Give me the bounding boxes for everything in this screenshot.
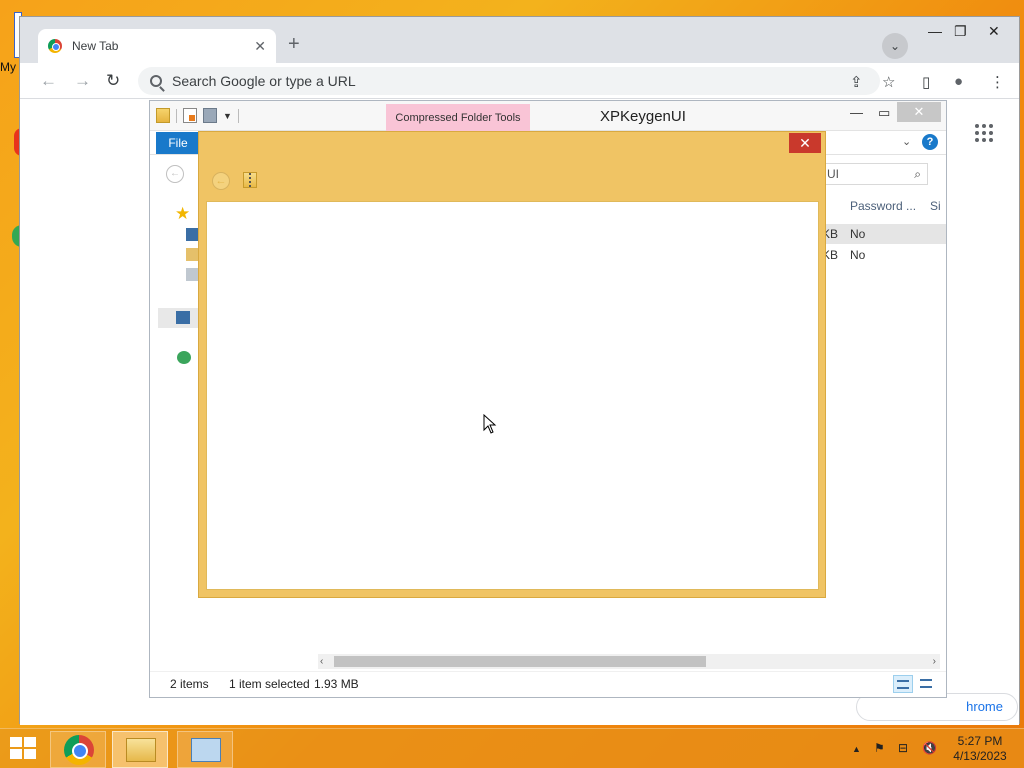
- network-tray-icon[interactable]: ⊟: [898, 741, 908, 755]
- side-panel-icon[interactable]: ▯: [922, 73, 930, 91]
- favorites-star-icon[interactable]: ★: [175, 204, 190, 224]
- separator: [176, 108, 177, 123]
- computer-icon: [176, 311, 190, 324]
- ribbon-expand-icon[interactable]: ⌄: [902, 135, 911, 148]
- column-password[interactable]: Password ...: [850, 199, 916, 213]
- minimize-button[interactable]: —: [928, 23, 942, 39]
- back-button[interactable]: ←: [40, 71, 57, 91]
- column-size[interactable]: Si: [930, 199, 941, 213]
- explorer-maximize-button[interactable]: ▭: [878, 105, 890, 121]
- status-size: 1.93 MB: [314, 677, 359, 691]
- browser-toolbar: ← → ↻ ⇪ ☆ ▯ ● ⋮: [20, 63, 1019, 99]
- explorer-minimize-button[interactable]: —: [850, 105, 863, 120]
- scrollbar-thumb[interactable]: [334, 656, 706, 667]
- system-clock[interactable]: 5:27 PM 4/13/2023: [950, 734, 1010, 764]
- chrome-favicon-icon: [48, 39, 62, 53]
- scroll-left-icon[interactable]: ‹: [320, 654, 323, 669]
- google-apps-icon[interactable]: [975, 124, 993, 142]
- search-icon[interactable]: ⌕: [914, 167, 921, 182]
- dialog-close-button[interactable]: ✕: [789, 133, 821, 153]
- explorer-back-icon[interactable]: ←: [166, 165, 184, 183]
- quick-access-toolbar: ▼: [156, 108, 239, 123]
- file-row[interactable]: KB No: [818, 224, 946, 244]
- horizontal-scrollbar[interactable]: ‹ ›: [318, 654, 940, 669]
- network-app-icon: [191, 738, 221, 762]
- volume-muted-icon[interactable]: 🔇: [922, 741, 937, 755]
- explorer-search-input[interactable]: UI ⌕: [822, 163, 928, 185]
- clock-date: 4/13/2023: [953, 749, 1007, 763]
- file-explorer-icon: [126, 738, 156, 762]
- omnibox[interactable]: [138, 67, 880, 95]
- taskbar-network-app-button[interactable]: [177, 731, 233, 768]
- forward-button[interactable]: →: [74, 71, 91, 91]
- tab-strip: New Tab ✕ + ⌄ — ❐ ✕: [20, 17, 1019, 63]
- chrome-menu-icon[interactable]: ⋮: [990, 73, 1005, 91]
- desktop-icon-label: My: [0, 60, 16, 74]
- scroll-right-icon[interactable]: ›: [933, 654, 936, 669]
- file-row[interactable]: KB No: [818, 245, 946, 265]
- new-folder-icon[interactable]: [203, 108, 217, 123]
- clock-time: 5:27 PM: [957, 734, 1003, 748]
- taskbar: ▲ ⚑ ⊟ 🔇 5:27 PM 4/13/2023: [0, 728, 1024, 768]
- chrome-icon: [64, 735, 94, 765]
- status-item-count: 2 items: [170, 677, 209, 691]
- taskbar-chrome-button[interactable]: [50, 731, 106, 768]
- extract-dialog: ✕ ←: [198, 131, 826, 598]
- file-tab[interactable]: File: [156, 132, 200, 154]
- large-icons-view-button[interactable]: [916, 675, 936, 693]
- status-selection: 1 item selected: [229, 677, 310, 691]
- share-icon[interactable]: ⇪: [850, 73, 863, 91]
- tab-close-icon[interactable]: ✕: [254, 38, 266, 55]
- tab-search-button[interactable]: ⌄: [882, 33, 908, 59]
- action-center-flag-icon[interactable]: ⚑: [874, 741, 885, 755]
- profile-icon[interactable]: ●: [954, 73, 963, 90]
- start-button[interactable]: [10, 737, 38, 761]
- separator: [237, 108, 239, 123]
- dialog-back-icon[interactable]: ←: [212, 172, 230, 190]
- help-icon[interactable]: ?: [922, 134, 938, 150]
- bookmark-star-icon[interactable]: ☆: [882, 73, 895, 91]
- computer-nav-item[interactable]: [158, 308, 200, 328]
- explorer-window-title: XPKeygenUI: [600, 108, 686, 125]
- reload-button[interactable]: ↻: [106, 71, 120, 91]
- dialog-content-area: [206, 201, 819, 590]
- folder-icon[interactable]: [156, 108, 170, 123]
- properties-icon[interactable]: [183, 108, 197, 123]
- close-button[interactable]: ✕: [988, 23, 1000, 40]
- file-list-header: Password ... Si: [818, 193, 946, 217]
- status-bar: 2 items 1 item selected 1.93 MB: [150, 671, 946, 695]
- explorer-close-button[interactable]: ✕: [897, 102, 941, 122]
- new-tab-button[interactable]: +: [288, 33, 300, 56]
- details-view-button[interactable]: [893, 675, 913, 693]
- show-hidden-icons-button[interactable]: ▲: [852, 744, 861, 754]
- search-icon: [150, 75, 162, 87]
- compressed-folder-tools-tab[interactable]: Compressed Folder Tools: [386, 104, 530, 131]
- taskbar-explorer-button[interactable]: [112, 731, 168, 768]
- network-nav-icon[interactable]: [177, 351, 191, 364]
- customize-toolbar-dropdown-icon[interactable]: ▼: [223, 111, 232, 121]
- maximize-button[interactable]: ❐: [954, 23, 967, 40]
- tab-new-tab[interactable]: New Tab ✕: [38, 29, 276, 63]
- address-input[interactable]: [172, 73, 832, 89]
- tab-title: New Tab: [72, 39, 119, 53]
- zip-folder-icon: [243, 172, 257, 188]
- explorer-title-bar: ▼ Compressed Folder Tools XPKeygenUI — ▭…: [150, 101, 946, 131]
